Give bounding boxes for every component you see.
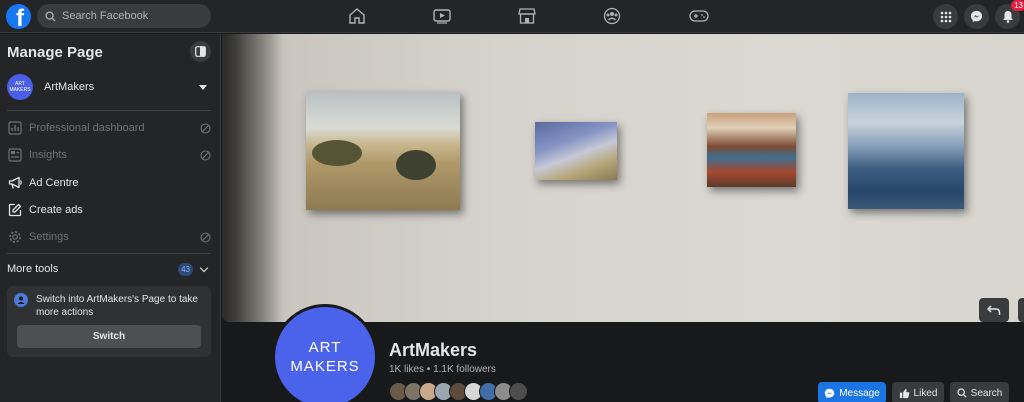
page-search-button[interactable]: Search	[950, 382, 1009, 402]
search-input[interactable]	[62, 10, 202, 22]
top-navigation-bar: f 13	[0, 0, 1024, 33]
gaming-icon[interactable]	[688, 6, 710, 26]
switch-message: Switch into ArtMakers's Page to take mor…	[36, 294, 198, 318]
messenger-icon	[824, 388, 835, 398]
notification-count-badge: 13	[1011, 0, 1024, 11]
page-avatar: ART MAKERS	[7, 74, 33, 100]
painting-interior	[707, 113, 796, 187]
message-button[interactable]: Message	[818, 382, 886, 402]
facebook-logo[interactable]: f	[6, 4, 31, 29]
sidebar-divider	[7, 253, 211, 254]
follower-avatar[interactable]	[509, 382, 528, 401]
search-icon	[45, 10, 56, 22]
marketplace-icon[interactable]	[516, 6, 538, 26]
facebook-logo-letter: f	[16, 5, 24, 30]
page-title: ArtMakers	[389, 340, 478, 360]
home-icon[interactable]	[346, 6, 368, 26]
menu-grid-button[interactable]	[933, 4, 958, 29]
liked-button[interactable]: Liked	[892, 382, 944, 402]
liked-button-label: Liked	[913, 387, 938, 399]
caret-down-icon	[199, 84, 207, 90]
cover-photo[interactable]	[222, 34, 1024, 322]
grid-icon	[940, 11, 951, 22]
messenger-icon	[970, 10, 983, 23]
painting-seascape	[848, 93, 964, 209]
page-switcher[interactable]: ART MAKERS ArtMakers	[7, 70, 211, 104]
watch-icon[interactable]	[431, 6, 453, 26]
sidebar-item-insights[interactable]: Insights	[7, 144, 211, 166]
painting-bush	[312, 140, 362, 166]
disabled-icon	[200, 231, 211, 243]
painting-bush	[396, 150, 436, 180]
undo-button[interactable]	[979, 298, 1009, 322]
message-button-label: Message	[839, 387, 880, 399]
painting-mountains	[535, 122, 617, 180]
bell-icon	[1002, 11, 1013, 23]
manage-page-sidebar: Manage Page ART MAKERS ArtMakers Profess…	[0, 34, 221, 402]
page-stats: 1K likes • 1.1K followers	[389, 364, 496, 375]
sidebar-item-label: Professional dashboard	[29, 122, 145, 134]
painting-desert	[306, 92, 460, 210]
megaphone-icon	[7, 175, 23, 191]
insights-icon	[7, 147, 23, 163]
disabled-icon	[200, 122, 211, 134]
notifications-button[interactable]: 13	[995, 0, 1024, 29]
profile-avatar-line2: MAKERS	[290, 358, 360, 375]
search-button-label: Search	[970, 387, 1003, 399]
search-icon	[957, 388, 967, 398]
sidebar-item-create-ads[interactable]: Create ads	[7, 199, 211, 221]
sidebar-item-professional-dashboard[interactable]: Professional dashboard	[7, 117, 211, 139]
groups-icon[interactable]	[601, 6, 623, 26]
switch-profile-card: Switch into ArtMakers's Page to take mor…	[7, 286, 211, 357]
cover-next-button[interactable]	[1018, 298, 1024, 322]
gear-icon	[7, 229, 23, 245]
sidebar-item-settings[interactable]: Settings	[7, 226, 211, 248]
collapse-sidebar-button[interactable]	[190, 41, 211, 62]
sidebar-item-label: Ad Centre	[29, 177, 79, 189]
dashboard-icon	[7, 120, 23, 136]
profile-avatar-line1: ART	[308, 339, 342, 356]
profile-switch-icon	[14, 293, 28, 307]
sidebar-item-ad-centre[interactable]: Ad Centre	[7, 172, 211, 194]
page-name: ArtMakers	[44, 81, 95, 93]
undo-icon	[987, 305, 1001, 315]
more-tools-label: More tools	[7, 263, 59, 275]
thumbs-up-icon	[899, 388, 909, 398]
switch-button[interactable]: Switch	[17, 325, 201, 348]
sidebar-item-label: Create ads	[29, 204, 83, 216]
search-box[interactable]	[37, 4, 211, 28]
sidebar-item-label: Settings	[29, 231, 69, 243]
sidebar-panel-icon	[195, 46, 206, 57]
chevron-down-icon	[199, 263, 209, 272]
sidebar-title: Manage Page	[7, 44, 103, 61]
sidebar-item-label: Insights	[29, 149, 67, 161]
follower-avatars[interactable]	[389, 382, 528, 402]
page-avatar-line2: MAKERS	[9, 87, 31, 93]
profile-picture[interactable]: ART MAKERS	[272, 304, 378, 402]
messenger-button[interactable]	[964, 4, 989, 29]
page-main-area: ART MAKERS ArtMakers 1K likes • 1.1K fol…	[222, 34, 1024, 402]
more-tools-count-badge: 43	[178, 262, 193, 276]
edit-icon	[7, 202, 23, 218]
disabled-icon	[200, 149, 211, 161]
sidebar-divider	[7, 110, 211, 111]
more-tools-toggle[interactable]: More tools 43	[7, 260, 211, 278]
